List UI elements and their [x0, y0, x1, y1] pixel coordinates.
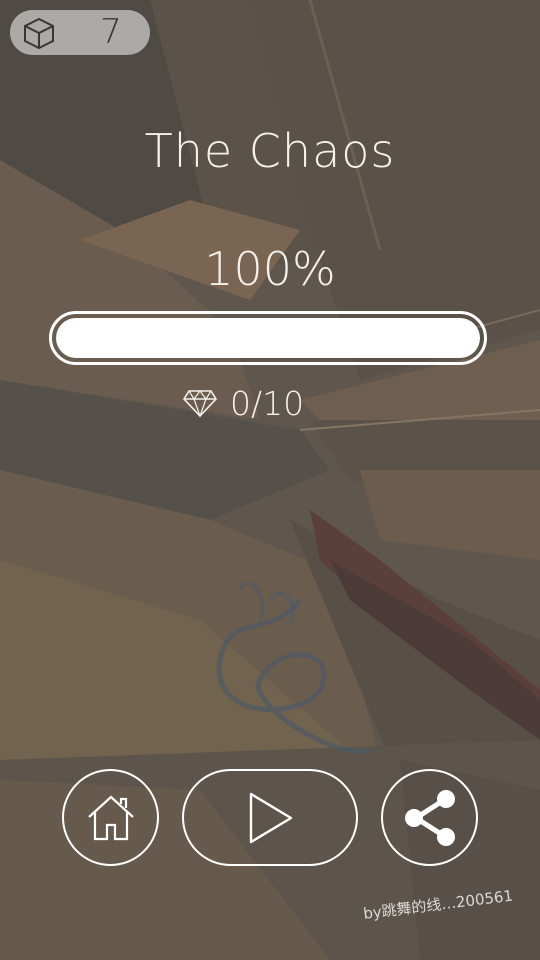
progress-bar — [49, 311, 487, 365]
cube-count: 7 — [100, 12, 122, 52]
cube-counter: 7 — [10, 10, 150, 55]
gem-counter: 0/10 — [182, 383, 304, 423]
play-icon — [249, 792, 293, 843]
share-button[interactable] — [381, 769, 478, 866]
gem-count: 0/10 — [230, 383, 305, 423]
home-button[interactable] — [62, 769, 159, 866]
level-title: The Chaos — [144, 124, 396, 178]
play-button[interactable] — [182, 769, 358, 866]
completion-percent: 100% — [204, 242, 336, 296]
progress-fill — [56, 318, 480, 358]
diamond-icon — [182, 390, 218, 418]
cube-icon — [24, 17, 54, 50]
home-icon — [87, 795, 134, 840]
share-icon — [404, 789, 455, 846]
